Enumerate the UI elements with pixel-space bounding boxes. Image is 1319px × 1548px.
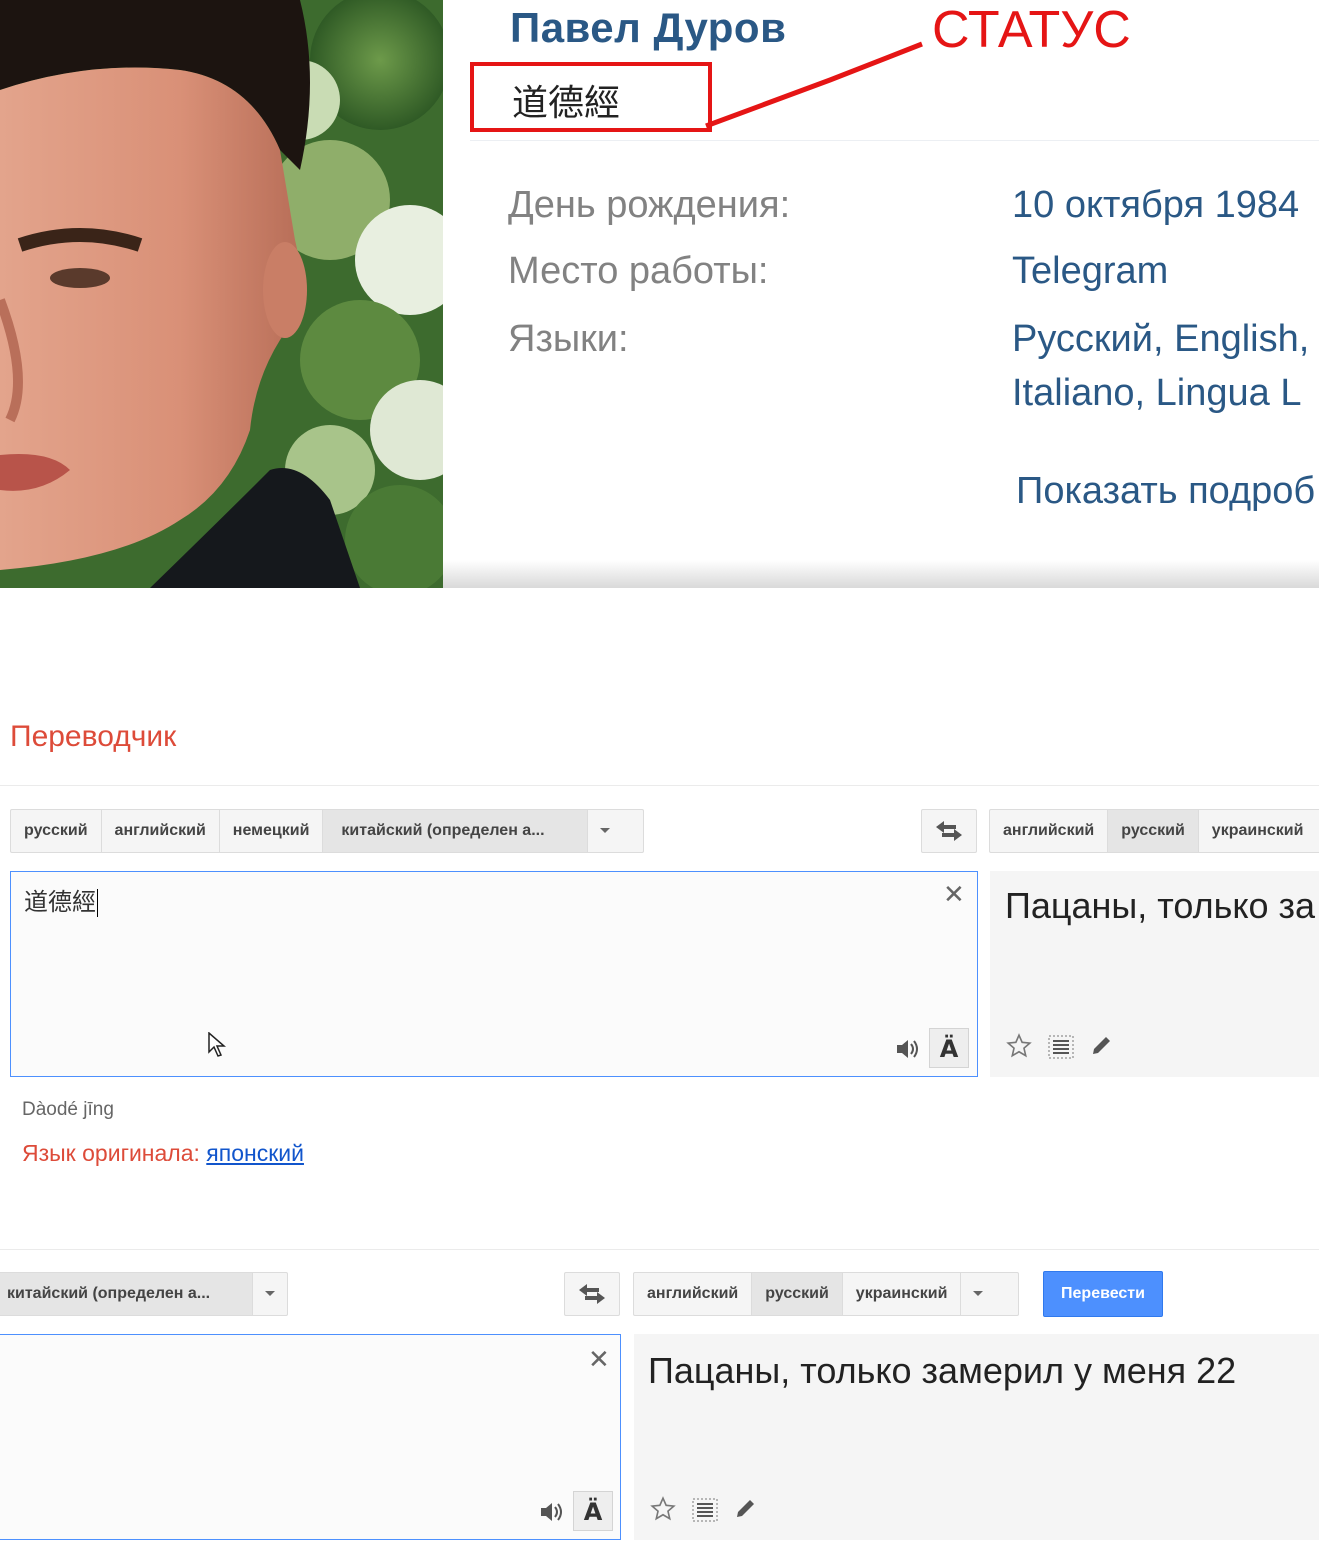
target-lang-dropdown-2[interactable]	[961, 1273, 995, 1315]
info-label-birthday: День рождения:	[508, 184, 791, 226]
translation-result: Пацаны, только за	[990, 871, 1319, 1077]
swap-languages-button-2[interactable]	[564, 1272, 620, 1316]
transliteration: Dàodé jīng	[22, 1099, 114, 1120]
detected-language-label: Язык оригинала:	[22, 1140, 200, 1166]
target-lang-english[interactable]: английский	[990, 810, 1109, 852]
star-icon[interactable]	[1006, 1033, 1032, 1059]
source-lang-german[interactable]: немецкий	[220, 810, 324, 852]
swap-icon	[579, 1284, 605, 1304]
translation-text: Пацаны, только за	[1005, 885, 1316, 926]
info-label-languages: Языки:	[508, 318, 629, 360]
source-lang-dropdown[interactable]	[588, 810, 622, 852]
profile-bottom-shadow	[443, 560, 1319, 588]
translator-title: Переводчик	[10, 720, 177, 753]
target-lang-ukrainian[interactable]: украинский	[1199, 810, 1317, 852]
target-lang-ukrainian-2[interactable]: украинский	[843, 1273, 962, 1315]
target-language-bar-2: английский русский украинский	[633, 1272, 1019, 1316]
source-text-area[interactable]: 道德經 ✕ Ä	[10, 871, 978, 1077]
source-lang-dropdown-2[interactable]	[253, 1273, 287, 1315]
list-icon[interactable]	[1048, 1035, 1074, 1059]
translation-result-2: Пацаны, только замерил у меня 22	[634, 1334, 1319, 1540]
target-lang-russian[interactable]: русский	[1108, 810, 1199, 852]
target-lang-russian-2[interactable]: русский	[752, 1273, 843, 1315]
divider	[0, 785, 1319, 786]
target-lang-english-2[interactable]: английский	[634, 1273, 753, 1315]
pencil-icon[interactable]	[1090, 1033, 1114, 1057]
translate-button[interactable]: Перевести	[1043, 1271, 1163, 1317]
list-icon[interactable]	[692, 1498, 718, 1522]
swap-icon	[936, 821, 962, 841]
source-lang-chinese-detected[interactable]: китайский (определен а...	[323, 810, 589, 852]
speaker-icon[interactable]	[539, 1501, 563, 1523]
source-lang-chinese-detected-2[interactable]: китайский (определен а...	[0, 1273, 254, 1315]
source-language-bar-2: китайский (определен а...	[0, 1272, 288, 1316]
target-language-bar: английский русский украинский	[989, 809, 1319, 853]
info-value-languages[interactable]: Русский, English,	[1012, 318, 1309, 361]
source-language-bar: русский английский немецкий китайский (о…	[10, 809, 644, 853]
detected-language: Язык оригинала: японский	[22, 1140, 304, 1167]
speaker-icon[interactable]	[895, 1038, 919, 1060]
divider	[0, 1249, 1319, 1250]
info-value-birthday[interactable]: 10 октября 1984	[1012, 184, 1299, 227]
source-lang-english[interactable]: английский	[102, 810, 220, 852]
translation-text-2: Пацаны, только замерил у меня 22	[648, 1350, 1237, 1391]
show-details-link[interactable]: Показать подроб	[1016, 470, 1315, 513]
input-tools-icon[interactable]: Ä	[573, 1491, 613, 1531]
annotation-label: СТАТУС	[932, 1, 1131, 59]
chevron-down-icon	[973, 1291, 984, 1297]
info-value-work[interactable]: Telegram	[1012, 250, 1168, 293]
input-tools-icon[interactable]: Ä	[929, 1028, 969, 1068]
profile-card: Павел Дуров 道德經 СТАТУС День рождения: 10…	[0, 0, 1319, 588]
detected-language-link[interactable]: японский	[206, 1140, 304, 1166]
swap-languages-button[interactable]	[921, 809, 977, 853]
chevron-down-icon	[265, 1291, 276, 1297]
star-icon[interactable]	[650, 1496, 676, 1522]
info-label-work: Место работы:	[508, 250, 769, 292]
info-value-languages-cont[interactable]: Italiano, Lingua L	[1012, 372, 1301, 415]
source-text: 道德經	[24, 888, 96, 916]
clear-icon[interactable]: ✕	[943, 882, 965, 908]
mouse-cursor-icon	[208, 1032, 226, 1057]
source-text-area-2[interactable]: ✕ Ä	[0, 1334, 621, 1540]
text-cursor	[97, 889, 98, 917]
clear-icon[interactable]: ✕	[588, 1347, 610, 1373]
divider	[470, 140, 1319, 141]
source-text-wrapper: 道德經	[24, 882, 98, 917]
source-lang-russian[interactable]: русский	[11, 810, 102, 852]
chevron-down-icon	[600, 828, 611, 834]
pencil-icon[interactable]	[734, 1496, 758, 1520]
